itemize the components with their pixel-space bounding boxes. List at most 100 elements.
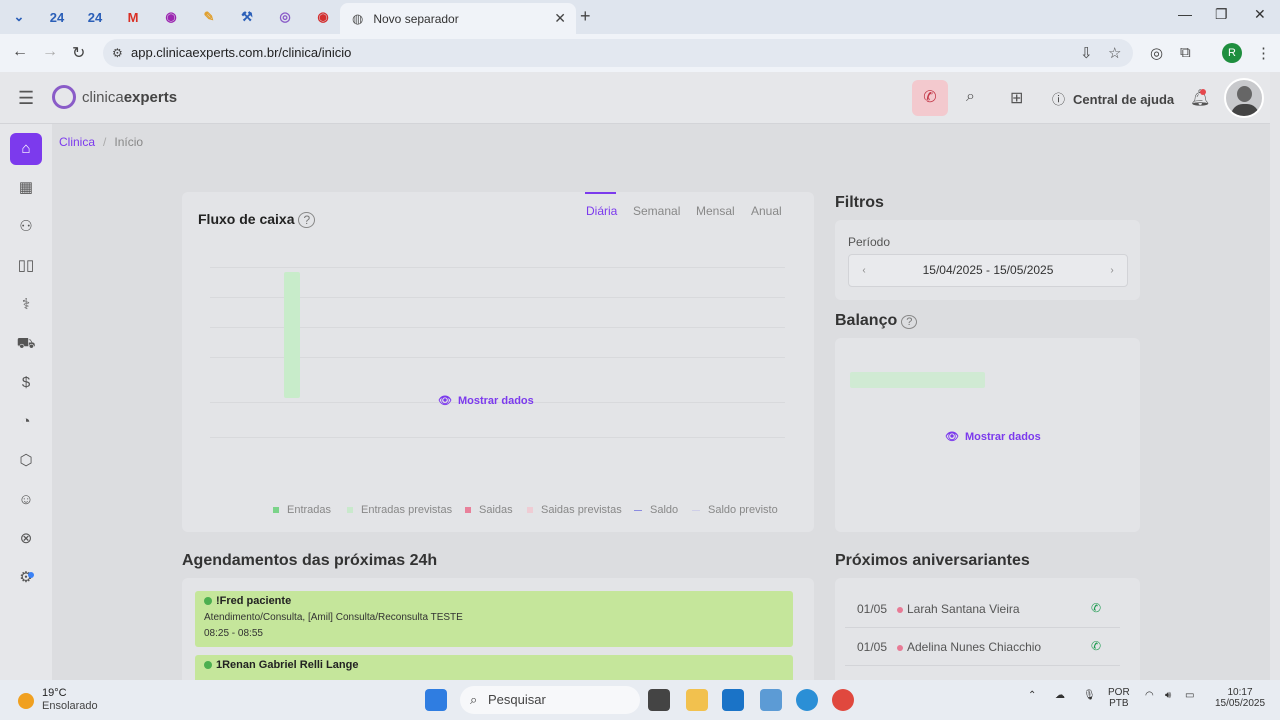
tab-pinned-2[interactable]: 24 <box>76 0 114 34</box>
cart-icon[interactable]: ⛟ <box>10 328 42 360</box>
calendar-icon[interactable]: ▦ <box>10 172 42 204</box>
user-avatar[interactable] <box>1224 78 1264 118</box>
reload-icon[interactable]: ↻ <box>72 43 85 63</box>
settings-gear-icon[interactable]: ⚙ <box>10 562 42 594</box>
tab-app-icon[interactable]: ✎ <box>190 0 228 34</box>
file-explorer-icon[interactable] <box>686 689 708 711</box>
windows-start-icon[interactable] <box>425 689 447 711</box>
cash-flow-card <box>182 192 814 532</box>
help-lifebuoy-icon[interactable]: ⊗ <box>10 523 42 555</box>
forward-icon[interactable]: → <box>42 43 58 61</box>
appointment-detail: Atendimento/Consulta, [Amil] Consulta/Re… <box>204 612 463 623</box>
help-circle-icon[interactable]: ? <box>298 212 316 228</box>
cash-flow-show-data-button[interactable]: 👁︎ Mostrar dados <box>438 394 534 407</box>
dashboard-gauge-icon[interactable]: ◔ <box>10 406 42 438</box>
help-circle-icon[interactable]: ? <box>901 315 918 329</box>
support-chat-icon[interactable]: ☺ <box>10 484 42 516</box>
users-icon[interactable]: ⚇ <box>10 211 42 243</box>
close-window-icon[interactable]: ✕ <box>1254 6 1266 23</box>
bookmark-star-icon[interactable]: ☆ <box>1108 44 1121 62</box>
eye-icon: 👁︎ <box>945 431 959 443</box>
back-icon[interactable]: ← <box>12 43 28 61</box>
help-center-link[interactable]: ⓘ Central de ajuda <box>1052 89 1174 108</box>
whatsapp-icon[interactable]: ✆ <box>1091 639 1101 653</box>
tab-record-icon[interactable]: ◉ <box>304 0 342 34</box>
tray-chevron-icon[interactable]: ⌃ <box>1028 690 1036 701</box>
app-tool-icon[interactable] <box>760 689 782 711</box>
legend-entradas[interactable]: Entradas <box>273 504 331 516</box>
chrome-taskbar-icon[interactable] <box>832 689 854 711</box>
volume-icon[interactable]: 🔊︎ <box>1165 690 1171 701</box>
kanban-icon[interactable]: ▯▯ <box>10 250 42 282</box>
whatsapp-button[interactable]: ✆ <box>912 80 948 116</box>
install-app-icon[interactable]: ⇩ <box>1080 44 1093 62</box>
tab-gmail-icon[interactable]: M <box>114 0 152 34</box>
restore-icon[interactable]: ❐ <box>1215 6 1228 23</box>
tab-semanal[interactable]: Semanal <box>633 204 680 218</box>
legend-saidas-previstas[interactable]: Saidas previstas <box>527 504 622 516</box>
chevron-right-icon[interactable]: › <box>1097 255 1127 286</box>
period-picker[interactable]: ‹ 15/04/2025 - 15/05/2025 › <box>848 254 1128 287</box>
balance-blurred-value <box>850 372 985 388</box>
filters-title: Filtros <box>835 194 884 211</box>
extensions-puzzle-icon[interactable]: ⧉ <box>1180 44 1191 61</box>
chevron-left-icon[interactable]: ‹ <box>849 255 879 286</box>
edge-icon[interactable] <box>796 689 818 711</box>
logo-text: clinicaexperts <box>82 89 178 106</box>
wifi-icon[interactable]: ◠ <box>1145 690 1154 701</box>
mic-icon[interactable]: 🎙︎ <box>1083 690 1096 701</box>
outlook-icon[interactable] <box>722 689 744 711</box>
help-icon: ⓘ <box>1052 92 1066 107</box>
cloud-icon[interactable]: ☁ <box>1055 690 1065 701</box>
language-indicator[interactable]: POR PTB <box>1108 687 1130 709</box>
clock[interactable]: 10:17 15/05/2025 <box>1210 687 1270 709</box>
hamburger-menu-icon[interactable]: ☰ <box>18 88 34 109</box>
battery-icon[interactable]: ▭ <box>1185 690 1194 701</box>
breadcrumb: Clinica / Início <box>59 135 144 149</box>
task-view-icon[interactable] <box>648 689 670 711</box>
legend-entradas-previstas[interactable]: Entradas previstas <box>347 504 452 516</box>
tab-list-chevron-icon[interactable]: ⌄ <box>0 0 38 34</box>
extension-icon[interactable]: ◎ <box>1150 44 1163 62</box>
tab-active[interactable]: ◍ Novo separador ✕ <box>340 3 576 34</box>
close-tab-icon[interactable]: ✕ <box>554 10 566 27</box>
tab-clinica-icon[interactable]: ◎ <box>266 0 304 34</box>
appointment-item[interactable]: 1Renan Gabriel Relli Lange <box>195 655 793 680</box>
whatsapp-icon[interactable]: ✆ <box>1091 601 1101 615</box>
tab-anual[interactable]: Anual <box>751 204 782 218</box>
balance-title: Balanço? <box>835 312 918 330</box>
tab-pinned-1[interactable]: 24 <box>38 0 76 34</box>
finance-icon[interactable]: $ <box>10 367 42 399</box>
notification-dot <box>1200 89 1206 95</box>
tab-maps-icon[interactable]: ◉ <box>152 0 190 34</box>
period-label: Período <box>848 235 891 249</box>
taskbar-search[interactable]: ⌕ Pesquisar <box>460 686 640 714</box>
legend-saldo[interactable]: Saldo <box>634 504 678 516</box>
home-icon[interactable]: ⌂ <box>10 133 42 165</box>
appointment-item[interactable]: !Fred paciente Atendimento/Consulta, [Am… <box>195 591 793 647</box>
balance-show-data-button[interactable]: 👁︎ Mostrar dados <box>945 430 1041 443</box>
package-icon[interactable]: ⬡ <box>10 445 42 477</box>
legend-saldo-previsto[interactable]: Saldo previsto <box>692 504 778 516</box>
address-bar-row: ← → ↻ app.clinicaexperts.com.br/clinica/… <box>0 34 1280 72</box>
profile-avatar[interactable]: R <box>1222 43 1242 63</box>
new-tab-icon[interactable]: + <box>580 6 591 27</box>
period-value: 15/04/2025 - 15/05/2025 <box>922 263 1054 277</box>
search-icon[interactable]: ⌕ <box>966 88 975 106</box>
tab-diaria[interactable]: Diária <box>586 204 617 218</box>
cash-flow-title: Fluxo de caixa? <box>198 211 316 228</box>
url-field[interactable]: app.clinicaexperts.com.br/clinica/inicio <box>103 39 1133 67</box>
stethoscope-icon[interactable]: ⚕ <box>10 289 42 321</box>
tab-tool-icon[interactable]: ⚒ <box>228 0 266 34</box>
site-info-icon[interactable]: ⚙ <box>112 46 123 60</box>
apps-grid-icon[interactable]: ⊞ <box>1010 88 1023 108</box>
menu-kebab-icon[interactable]: ⋮ <box>1256 44 1271 62</box>
legend-saidas[interactable]: Saidas <box>465 504 513 516</box>
top-nav: ☰ clinicaexperts ✆ ⌕ ⊞ ⓘ Central de ajuda… <box>0 72 1270 124</box>
breadcrumb-clinica[interactable]: Clinica <box>59 135 95 149</box>
eye-icon: 👁︎ <box>438 395 452 407</box>
tab-mensal[interactable]: Mensal <box>696 204 735 218</box>
minimize-icon[interactable]: — <box>1178 6 1192 22</box>
chart-blurred-bar <box>284 272 300 398</box>
page-scrollbar[interactable] <box>1270 72 1280 680</box>
